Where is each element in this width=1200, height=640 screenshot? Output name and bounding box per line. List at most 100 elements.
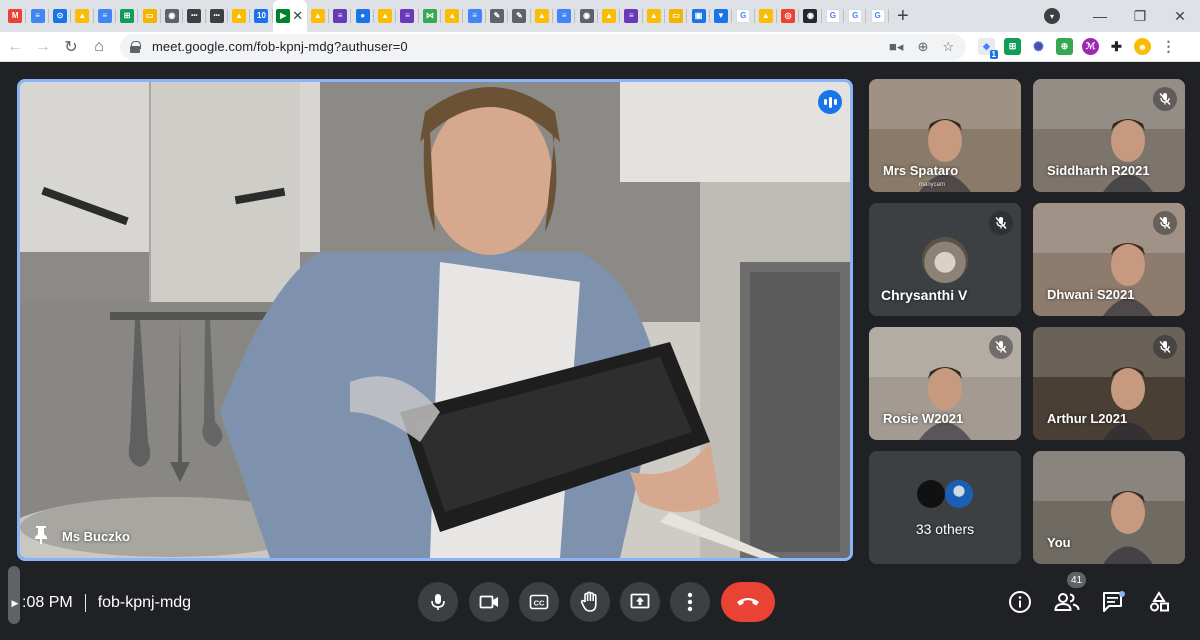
browser-tab[interactable]: ••• (206, 0, 229, 32)
activities-button[interactable] (1143, 586, 1175, 618)
browser-tab[interactable]: ▭ (138, 0, 162, 32)
drive-icon: ▲ (445, 9, 460, 23)
google-icon: G (736, 9, 751, 23)
microphone-button[interactable] (418, 582, 458, 622)
restore-button[interactable]: ❐ (1120, 0, 1160, 32)
screencastify-icon[interactable]: ◆ 1 (978, 38, 998, 59)
grid-extension-icon[interactable]: ⊞ (1004, 38, 1021, 55)
forms-icon: ≡ (400, 9, 415, 23)
browser-tab[interactable]: ⊙ (49, 0, 72, 32)
expand-arrow-icon[interactable]: ▶ (8, 598, 22, 609)
captions-button[interactable]: CC (519, 582, 559, 622)
browser-tab[interactable]: G (866, 0, 890, 32)
chat-icon (1103, 591, 1125, 612)
more-options-button[interactable] (670, 582, 710, 622)
browser-tab[interactable]: ✎ (508, 0, 531, 32)
new-tab-button[interactable]: + (889, 0, 917, 32)
mote-extension-icon[interactable]: ℳ (1082, 38, 1099, 55)
tab-blue-circle-icon: ● (355, 9, 370, 23)
participant-tile[interactable]: Chrysanthi V (869, 203, 1021, 316)
participant-tile[interactable]: Arthur L2021 (1033, 327, 1185, 440)
browser-tab[interactable]: ▲ (228, 0, 251, 32)
meeting-code: fob-kpnj-mdg (97, 594, 192, 611)
main-speaker-tile[interactable]: Ms Buczko (17, 79, 853, 561)
browser-tab[interactable]: ● (351, 0, 375, 32)
browser-tab[interactable]: ✎ (486, 0, 509, 32)
extensions-puzzle-icon[interactable]: ✚ (1108, 38, 1125, 55)
participant-name: Arthur L2021 (1047, 411, 1128, 426)
drive-icon: ▲ (758, 9, 773, 23)
back-button[interactable]: ← (2, 34, 28, 60)
participant-tile[interactable]: Mrs Spataro manycam (869, 79, 1021, 192)
shield-extension-icon[interactable]: ⊕ (1056, 38, 1073, 55)
browser-tab[interactable]: ▲ (598, 0, 621, 32)
browser-tab[interactable]: ▼ (710, 0, 733, 32)
camera-in-use-icon[interactable]: ■◂ (889, 39, 903, 55)
virtual-camera-watermark: manycam (919, 182, 946, 188)
browser-tab[interactable]: ≡ (26, 0, 50, 32)
browser-tab[interactable]: G (822, 0, 845, 32)
meeting-details-button[interactable] (1004, 586, 1036, 618)
browser-tab[interactable]: ◉ (161, 0, 184, 32)
close-window-button[interactable]: ✕ (1160, 0, 1200, 32)
pin-icon[interactable] (34, 526, 48, 544)
browser-tab[interactable]: ▲ (441, 0, 464, 32)
browser-tab[interactable]: G (732, 0, 755, 32)
minimize-button[interactable]: — (1080, 0, 1120, 32)
participant-tile[interactable]: 33 others (869, 451, 1021, 564)
browser-tab[interactable]: ▣ (687, 0, 711, 32)
browser-tab[interactable]: ••• (183, 0, 206, 32)
browser-tab[interactable]: ▭ (665, 0, 688, 32)
leave-call-button[interactable] (721, 582, 775, 622)
camera-button[interactable] (469, 582, 509, 622)
browser-tab[interactable]: ⊞ (116, 0, 139, 32)
tab-blue-circle-icon: ⊙ (52, 9, 67, 23)
participant-tile[interactable]: You (1033, 451, 1185, 564)
participant-tile[interactable]: Dhwani S2021 (1033, 203, 1185, 316)
browser-tab[interactable]: ≡ (553, 0, 576, 32)
browser-tab[interactable]: ▲ (307, 0, 330, 32)
zoom-icon[interactable]: ⊕ (917, 39, 928, 55)
docs-icon: ≡ (30, 9, 45, 23)
forward-button[interactable]: → (30, 34, 56, 60)
browser-tab[interactable]: 10 (250, 0, 274, 32)
close-tab-icon[interactable]: ✕ (292, 8, 303, 24)
address-bar[interactable]: meet.google.com/fob-kpnj-mdg?authuser=0 … (120, 33, 966, 60)
browser-tab[interactable]: ▲ (374, 0, 397, 32)
browser-tab[interactable]: M (4, 0, 27, 32)
browser-tab[interactable]: ≡ (329, 0, 352, 32)
participant-avatar (922, 237, 968, 283)
browser-tab[interactable]: ▶ ✕ (272, 0, 307, 32)
browser-tab[interactable]: ▲ (643, 0, 666, 32)
home-button[interactable]: ⌂ (86, 34, 112, 60)
browser-menu-icon[interactable]: ⋮ (1160, 38, 1177, 55)
browser-tab[interactable]: ▲ (755, 0, 778, 32)
browser-tab[interactable]: ◉ (799, 0, 823, 32)
browser-tab[interactable]: ◉ (575, 0, 599, 32)
omnibox-actions: ■◂ ⊕ ☆ (889, 39, 966, 55)
browser-tab[interactable]: ▲ (531, 0, 554, 32)
chat-button[interactable] (1098, 586, 1130, 618)
browser-tab[interactable]: ≡ (396, 0, 420, 32)
browser-tab[interactable]: ⋈ (419, 0, 442, 32)
present-screen-button[interactable] (620, 582, 660, 622)
browser-tab[interactable]: ▲ (71, 0, 94, 32)
browser-tab[interactable]: G (844, 0, 867, 32)
browser-tab[interactable]: ≡ (463, 0, 487, 32)
browser-tab[interactable]: ◎ (777, 0, 800, 32)
tab-filter-icon: ▼ (713, 9, 728, 23)
lock-icon[interactable] (130, 40, 141, 53)
tab-search-icon[interactable]: ▾ (1044, 8, 1060, 24)
people-button[interactable] (1051, 586, 1083, 618)
profile-avatar-icon[interactable]: ☻ (1134, 38, 1151, 55)
raise-hand-button[interactable] (570, 582, 610, 622)
bookmark-star-icon[interactable]: ☆ (942, 39, 954, 55)
participant-tile[interactable]: Siddharth R2021 (1033, 79, 1185, 192)
activities-shapes-icon (1150, 591, 1169, 612)
participant-tile[interactable]: Rosie W2021 (869, 327, 1021, 440)
reload-button[interactable]: ↻ (58, 34, 84, 60)
browser-tab[interactable]: ≡ (94, 0, 117, 32)
tab-tool-icon: ✎ (490, 9, 504, 23)
browser-tab[interactable]: ≡ (620, 0, 643, 32)
gear-extension-icon[interactable]: ✺ (1030, 38, 1047, 55)
